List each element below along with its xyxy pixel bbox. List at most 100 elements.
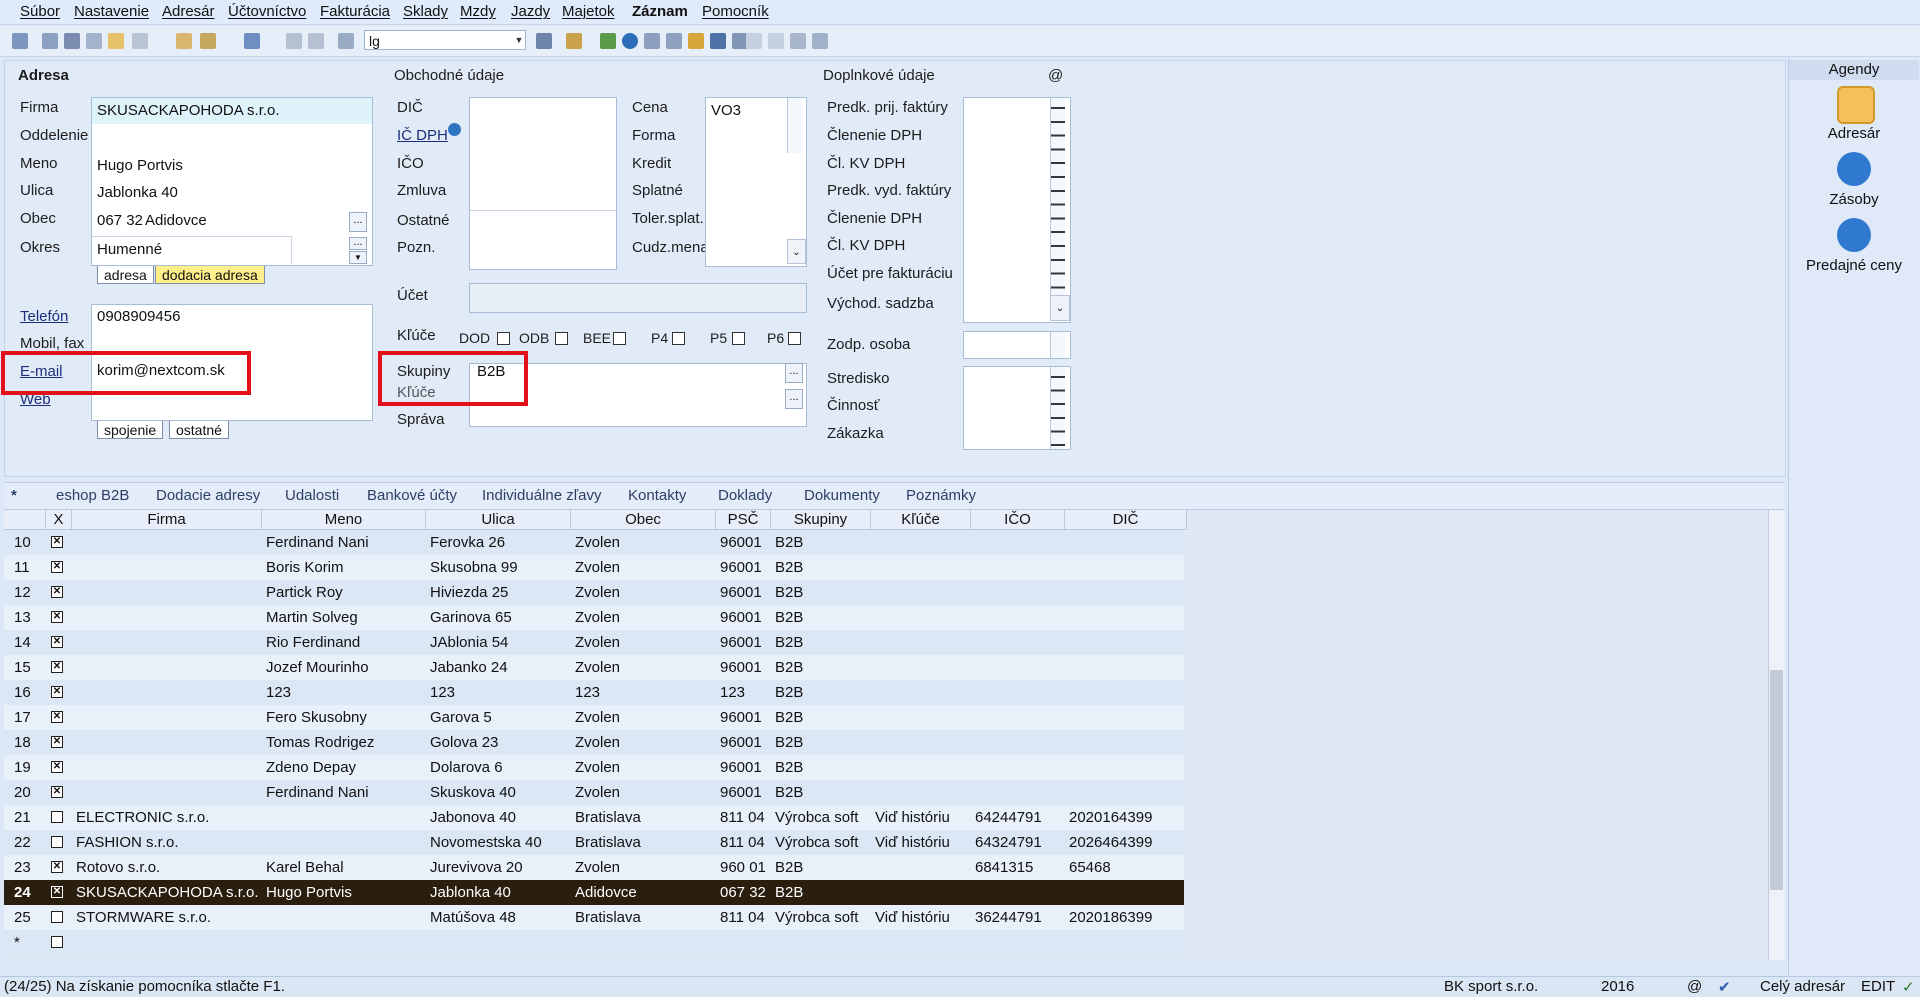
telefon-value[interactable]: 0908909456 [97,308,180,325]
tab-kontakty[interactable]: Kontakty [628,487,686,504]
ucet-field[interactable] [469,283,807,313]
col-meno[interactable]: Meno [262,510,426,530]
table-row[interactable]: 22 FASHION s.r.o. Novomestska 40 Bratislava… [4,830,1184,855]
filter-clear-icon[interactable] [536,33,552,49]
filter-combo[interactable]: lg [364,30,526,50]
ulica-value[interactable]: Jablonka 40 [97,184,178,201]
paste-icon[interactable] [176,33,192,49]
tab-individualne-zlavy[interactable]: Individuálne zľavy [482,487,601,504]
doplnkove-pickers[interactable] [1050,98,1065,308]
table-row[interactable]: 14 ✕ Rio Ferdinand JAblonia 54 Zvolen 96001 B2… [4,630,1184,655]
send-icon[interactable] [132,33,148,49]
kluce-picker-button[interactable]: ... [785,389,803,409]
stredisko-pickers[interactable] [1050,367,1065,449]
row-checkbox[interactable]: ✕ [51,536,63,548]
table-row-selected[interactable]: 24 ✕ SKUSACKAPOHODA s.r.o. Hugo Portvis Jabl… [4,880,1184,905]
row-checkbox[interactable]: ✕ [51,786,63,798]
tab-all[interactable]: * [11,487,17,504]
table-row[interactable]: 12 ✕ Partick Roy Hiviezda 25 Zvolen 96001 B2B [4,580,1184,605]
tab-eshop-b2b[interactable]: eshop B2B [56,487,129,504]
layout-icon[interactable] [12,33,28,49]
cena-value[interactable]: VO3 [711,102,741,119]
table-row[interactable]: 18 ✕ Tomas Rodrigez Golova 23 Zvolen 96001 B2B [4,730,1184,755]
users-icon[interactable] [688,33,704,49]
table-row[interactable]: 10 ✕ Ferdinand Nani Ferovka 26 Zvolen 96001 B2… [4,530,1184,555]
col-dic[interactable]: DIČ [1065,510,1187,530]
row-checkbox[interactable] [51,911,63,923]
window2-icon[interactable] [768,33,784,49]
agenda-adresar[interactable]: Adresár [1789,125,1919,142]
globe-icon[interactable] [622,33,638,49]
tab-poznamky[interactable]: Poznámky [906,487,976,504]
window-icon[interactable] [746,33,762,49]
copy-icon[interactable] [338,33,354,49]
menu-nastavenie[interactable]: Nastavenie [74,3,149,20]
tab-dodacie-adresy[interactable]: Dodacie adresy [156,487,260,504]
row-checkbox[interactable]: ✕ [51,761,63,773]
ie-globe-icon[interactable] [448,123,461,136]
table-row[interactable]: * [4,930,1184,955]
table-row[interactable]: 16 ✕ 123 123 123 123 B2B [4,680,1184,705]
tab-doklady[interactable]: Doklady [718,487,772,504]
folder-icon[interactable] [566,33,582,49]
row-checkbox[interactable]: ✕ [51,611,63,623]
tab-dodacia-adresa[interactable]: dodacia adresa [155,266,265,284]
help-icon[interactable] [812,33,828,49]
row-checkbox[interactable]: ✕ [51,886,63,898]
row-checkbox[interactable]: ✕ [51,561,63,573]
label-telefon[interactable]: Telefón [20,308,68,325]
menu-zaznam[interactable]: Záznam [632,3,688,20]
okres-picker-button[interactable]: ... [349,237,367,250]
table-row[interactable]: 15 ✕ Jozef Mourinho Jabanko 24 Zvolen 96001 B2… [4,655,1184,680]
doplnkove-at[interactable]: @ [1048,67,1063,84]
tab-spojenie[interactable]: spojenie [97,421,164,439]
row-checkbox[interactable]: ✕ [51,686,63,698]
col-ulica[interactable]: Ulica [426,510,571,530]
menu-fakturacia[interactable]: Fakturácia [320,3,390,20]
export-icon[interactable] [108,33,124,49]
row-checkbox[interactable] [51,811,63,823]
row-checkbox[interactable]: ✕ [51,586,63,598]
obec-value[interactable]: Adidovce [145,212,207,229]
table-row[interactable]: 17 ✕ Fero Skusobny Garova 5 Zvolen 96001 B2B [4,705,1184,730]
skupiny-picker-button[interactable]: ... [785,363,803,383]
key-p6-checkbox[interactable] [788,332,801,345]
zasoby-icon[interactable] [1837,152,1871,186]
wand-icon[interactable] [200,33,216,49]
predajne-ceny-icon[interactable] [1837,218,1871,252]
preview-icon[interactable] [86,33,102,49]
table-row[interactable]: 25 STORMWARE s.r.o. Matúšova 48 Bratislava 8… [4,905,1184,930]
new-record-icon[interactable] [42,33,58,49]
key-p4-checkbox[interactable] [672,332,685,345]
obchodne-box[interactable] [469,97,617,270]
menu-subor[interactable]: Súbor [20,3,60,20]
row-checkbox[interactable] [51,836,63,848]
table-row[interactable]: 11 ✕ Boris Korim Skusobna 99 Zvolen 96001 B2B [4,555,1184,580]
status-at[interactable]: @ [1687,978,1702,995]
col-kluce[interactable]: Kľúče [871,510,971,530]
calc-icon[interactable] [644,33,660,49]
cudz-dropdown-icon[interactable]: ⌄ [787,239,806,264]
link-icon[interactable] [600,33,616,49]
psc-value[interactable]: 067 32 [97,212,143,229]
menu-majetok[interactable]: Majetok [562,3,615,20]
obec-picker-button[interactable]: ... [349,212,367,232]
agenda-zasoby[interactable]: Zásoby [1789,191,1919,208]
tab-udalosti[interactable]: Udalosti [285,487,339,504]
key-odb-checkbox[interactable] [555,332,568,345]
meno-value[interactable]: Hugo Portvis [97,157,183,174]
key-p5-checkbox[interactable] [732,332,745,345]
row-checkbox[interactable]: ✕ [51,711,63,723]
tab-bankove-ucty[interactable]: Bankové účty [367,487,457,504]
cena-spinner[interactable] [787,98,802,153]
table-row[interactable]: 13 ✕ Martin Solveg Garinova 65 Zvolen 96001 B2… [4,605,1184,630]
col-firma[interactable]: Firma [72,510,262,530]
tab-dokumenty[interactable]: Dokumenty [804,487,880,504]
table-row[interactable]: 21 ELECTRONIC s.r.o. Jabonova 40 Bratislava… [4,805,1184,830]
menu-uctovnictvo[interactable]: Účtovníctvo [228,3,306,20]
key-bee-checkbox[interactable] [613,332,626,345]
row-checkbox[interactable]: ✕ [51,636,63,648]
col-obec[interactable]: Obec [571,510,716,530]
save-icon[interactable] [286,33,302,49]
table-row[interactable]: 20 ✕ Ferdinand Nani Skuskova 40 Zvolen 96001 B… [4,780,1184,805]
